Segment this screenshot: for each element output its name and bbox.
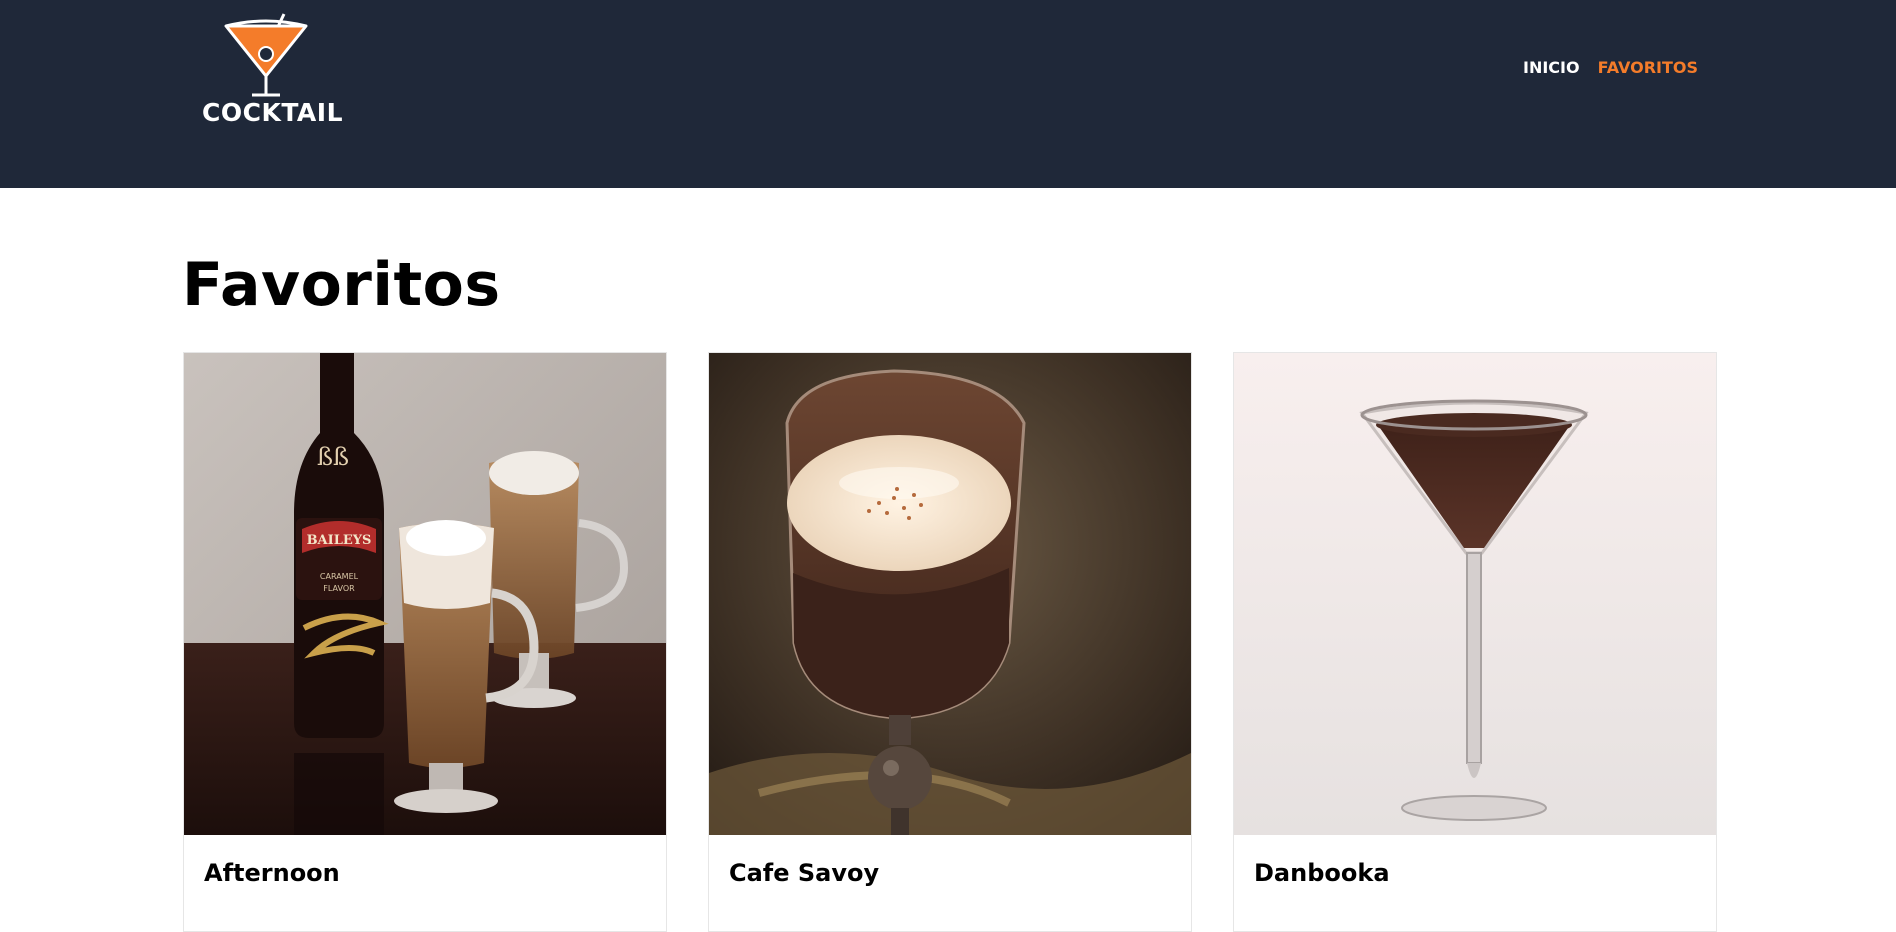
logo-text: COCKTAIL bbox=[202, 98, 344, 127]
nav-link-inicio[interactable]: INICIO bbox=[1523, 58, 1580, 77]
cocktail-image[interactable] bbox=[1234, 353, 1716, 835]
cocktail-image[interactable] bbox=[709, 353, 1191, 835]
svg-text:ßß: ßß bbox=[317, 443, 349, 471]
baileys-coffee-image: BAILEYS CARAMEL FLAVOR ßß bbox=[184, 353, 666, 835]
cafe-savoy-image bbox=[709, 353, 1191, 835]
svg-text:CARAMEL: CARAMEL bbox=[320, 572, 359, 581]
cocktail-image[interactable]: BAILEYS CARAMEL FLAVOR ßß bbox=[184, 353, 666, 835]
danbooka-image bbox=[1234, 353, 1716, 835]
cocktail-card[interactable]: BAILEYS CARAMEL FLAVOR ßß Afternoon bbox=[183, 352, 667, 932]
cocktail-card[interactable]: Cafe Savoy bbox=[708, 352, 1192, 932]
svg-text:BAILEYS: BAILEYS bbox=[307, 533, 372, 548]
cocktail-name[interactable]: Afternoon bbox=[204, 859, 340, 887]
cocktail-glass-icon bbox=[224, 13, 308, 97]
main-nav: INICIO FAVORITOS bbox=[1523, 58, 1698, 77]
cocktail-card[interactable]: Danbooka bbox=[1233, 352, 1717, 932]
cocktail-name[interactable]: Cafe Savoy bbox=[729, 859, 879, 887]
page-title: Favoritos bbox=[182, 250, 501, 320]
svg-text:FLAVOR: FLAVOR bbox=[323, 584, 355, 593]
nav-link-favoritos[interactable]: FAVORITOS bbox=[1598, 58, 1698, 77]
cocktail-name[interactable]: Danbooka bbox=[1254, 859, 1390, 887]
site-header: COCKTAIL INICIO FAVORITOS bbox=[0, 0, 1896, 188]
logo-link[interactable]: COCKTAIL bbox=[202, 12, 344, 130]
